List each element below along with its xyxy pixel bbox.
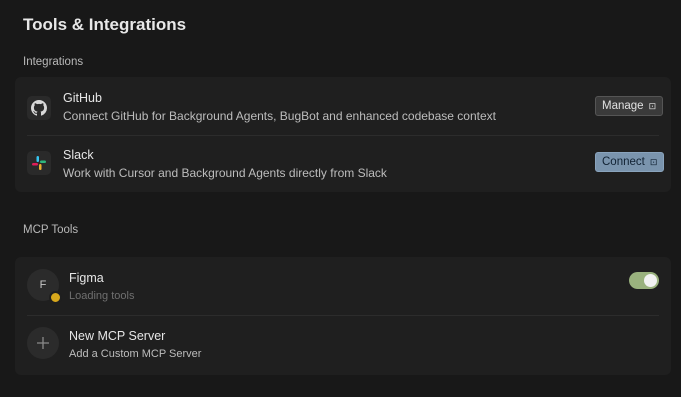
- github-description: Connect GitHub for Background Agents, Bu…: [63, 109, 496, 123]
- figma-title: Figma: [69, 271, 104, 285]
- figma-avatar-initial: F: [39, 279, 47, 291]
- manage-button[interactable]: Manage ⊡: [595, 96, 664, 116]
- slack-icon: [27, 151, 51, 175]
- new-mcp-server-title: New MCP Server: [69, 329, 166, 343]
- manage-button-label: Manage: [602, 100, 644, 112]
- integrations-card: GitHub Connect GitHub for Background Age…: [15, 77, 671, 192]
- slack-title: Slack: [63, 148, 94, 162]
- new-mcp-server-description: Add a Custom MCP Server: [69, 348, 202, 360]
- integration-row-slack: Slack Work with Cursor and Background Ag…: [15, 135, 671, 192]
- plus-icon: [27, 327, 59, 359]
- figma-status: Loading tools: [69, 290, 135, 302]
- integration-row-github: GitHub Connect GitHub for Background Age…: [15, 77, 671, 135]
- github-title: GitHub: [63, 91, 102, 105]
- connect-button[interactable]: Connect ⊡: [595, 152, 665, 172]
- page-title: Tools & Integrations: [23, 15, 187, 34]
- loading-status-dot: [49, 291, 62, 304]
- integrations-section-label: Integrations: [23, 56, 84, 68]
- external-link-icon: ⊡: [648, 100, 657, 111]
- connect-button-label: Connect: [602, 156, 645, 168]
- new-mcp-server-row[interactable]: New MCP Server Add a Custom MCP Server: [15, 315, 671, 375]
- mcp-card: F Figma Loading tools New MCP Server Add…: [15, 257, 671, 375]
- mcp-section-label: MCP Tools: [23, 224, 79, 236]
- mcp-server-row-figma[interactable]: F Figma Loading tools: [15, 257, 671, 315]
- slack-description: Work with Cursor and Background Agents d…: [63, 166, 387, 180]
- github-icon: [27, 96, 51, 120]
- toggle-knob: [644, 274, 657, 287]
- external-link-icon: ⊡: [649, 156, 658, 167]
- figma-enable-toggle[interactable]: [629, 272, 659, 289]
